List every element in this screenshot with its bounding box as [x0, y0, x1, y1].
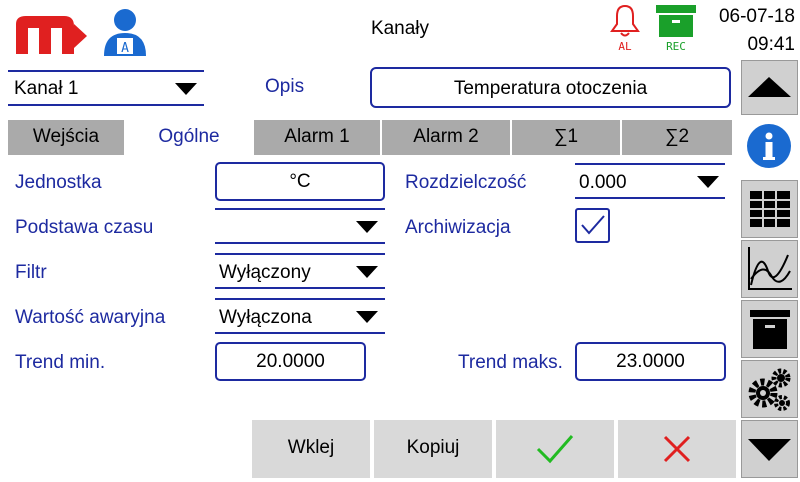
arrow-up-icon: [748, 77, 791, 97]
table-icon: [750, 191, 790, 227]
trend-min-field[interactable]: 20.0000: [215, 342, 366, 381]
description-label: Opis: [265, 76, 305, 97]
checkmark-icon: [536, 435, 574, 464]
confirm-button[interactable]: [496, 420, 614, 478]
archiving-label: Archiwizacja: [405, 217, 511, 238]
tab-general[interactable]: Ogólne: [126, 120, 254, 155]
fallback-value-select[interactable]: Wyłączona: [215, 298, 385, 334]
info-icon: [747, 124, 791, 168]
alarm-bell-indicator[interactable]: AL: [608, 4, 642, 54]
alarm-label: AL: [618, 40, 632, 53]
timebase-select[interactable]: [215, 208, 385, 244]
trend-max-label: Trend maks.: [458, 352, 563, 373]
gear-icon: [748, 368, 791, 411]
close-icon: [663, 435, 691, 463]
recording-label: REC: [666, 40, 686, 53]
resolution-label: Rozdzielczość: [405, 172, 527, 193]
trend-min-label: Trend min.: [15, 352, 106, 373]
svg-text:A: A: [121, 41, 129, 56]
copy-button[interactable]: Kopiuj: [374, 420, 492, 478]
archive-icon: [750, 310, 790, 349]
tab-sum-2[interactable]: ∑2: [622, 120, 732, 155]
archive-button[interactable]: [741, 300, 798, 358]
info-button[interactable]: [741, 118, 798, 175]
archiving-checkbox[interactable]: [575, 208, 610, 243]
filter-value: Wyłączony: [219, 262, 311, 283]
trend-max-field[interactable]: 23.0000: [575, 342, 726, 381]
chevron-down-icon: [356, 221, 378, 233]
trend-view-button[interactable]: [741, 240, 798, 298]
filter-select[interactable]: Wyłączony: [215, 253, 385, 289]
channel-select-value: Kanał 1: [14, 78, 79, 99]
timebase-label: Podstawa czasu: [15, 217, 154, 238]
time-display: 09:41: [747, 34, 795, 55]
resolution-value: 0.000: [579, 172, 627, 193]
tab-sum-1[interactable]: ∑1: [512, 120, 622, 155]
tab-alarm-1[interactable]: Alarm 1: [254, 120, 382, 155]
checkmark-icon: [581, 215, 605, 235]
chevron-down-icon: [175, 83, 197, 95]
fallback-value-label: Wartość awaryjna: [15, 307, 166, 328]
unit-label: Jednostka: [15, 172, 102, 193]
cancel-button[interactable]: [618, 420, 736, 478]
chevron-down-icon: [697, 176, 719, 188]
brand-logo-icon: [12, 14, 87, 54]
recording-indicator[interactable]: REC: [654, 4, 698, 54]
table-view-button[interactable]: [741, 180, 798, 238]
chart-icon: [748, 247, 792, 290]
paste-button[interactable]: Wklej: [252, 420, 370, 478]
chevron-down-icon: [356, 311, 378, 323]
chevron-down-icon: [356, 266, 378, 278]
arrow-down-icon: [748, 439, 791, 461]
scroll-down-button[interactable]: [741, 420, 798, 478]
user-icon[interactable]: A: [100, 6, 150, 56]
page-title: Kanały: [370, 18, 430, 39]
channel-select[interactable]: Kanał 1: [8, 70, 204, 106]
settings-button[interactable]: [741, 360, 798, 418]
filter-label: Filtr: [15, 262, 47, 283]
description-field[interactable]: Temperatura otoczenia: [370, 67, 731, 108]
date-display: 06-07-18: [718, 6, 795, 27]
tab-alarm-2[interactable]: Alarm 2: [382, 120, 512, 155]
fallback-value: Wyłączona: [219, 307, 312, 328]
scroll-up-button[interactable]: [741, 60, 798, 115]
unit-field[interactable]: °C: [215, 162, 385, 201]
tab-inputs[interactable]: Wejścia: [8, 120, 126, 155]
resolution-select[interactable]: 0.000: [575, 163, 725, 199]
tab-bar: Wejścia Ogólne Alarm 1 Alarm 2 ∑1 ∑2: [8, 120, 732, 155]
